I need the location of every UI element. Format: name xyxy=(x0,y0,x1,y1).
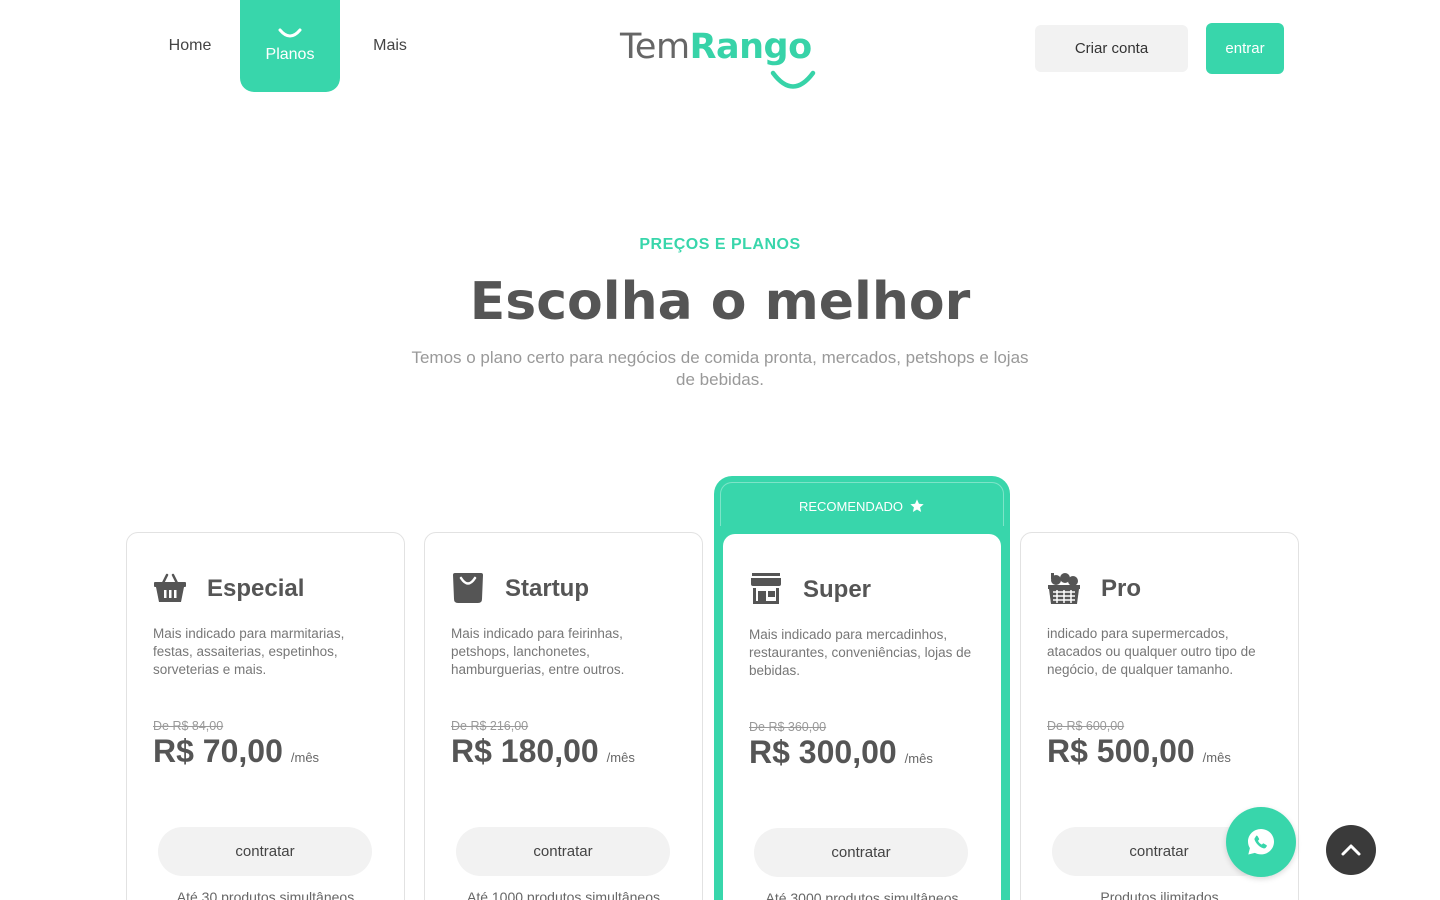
plan-name: Startup xyxy=(505,575,589,602)
nav-home-label: Home xyxy=(168,37,212,54)
contratar-label: contratar xyxy=(235,843,295,860)
plan-old-price: De R$ 216,00 xyxy=(451,719,529,733)
shopping-bag-icon xyxy=(453,573,483,603)
plan-price-value: R$ 500,00 xyxy=(1047,733,1195,769)
contratar-button[interactable]: contratar xyxy=(754,828,968,877)
page-title: Escolha o melhor xyxy=(469,272,971,332)
nav-planos[interactable]: Planos xyxy=(240,0,340,92)
plan-price: R$ 180,00 /mês xyxy=(451,733,635,770)
whatsapp-icon xyxy=(1248,829,1274,855)
recommended-label: RECOMENDADO xyxy=(798,498,903,514)
grocery-basket-icon xyxy=(1048,573,1080,604)
plan-price-unit: /mês xyxy=(606,750,635,765)
page-subtitle: Temos o plano certo para negócios de com… xyxy=(411,348,1029,389)
plan-price-unit: /mês xyxy=(1202,750,1231,765)
contratar-label: contratar xyxy=(831,844,891,861)
plan-description: Mais indicado para marmitarias, festas, … xyxy=(153,626,345,677)
plan-feature: Até 3000 produtos simultâneos xyxy=(765,890,959,900)
logo[interactable]: TemRango xyxy=(620,26,820,96)
plan-name: Especial xyxy=(207,575,305,602)
plan-price-unit: /mês xyxy=(904,751,933,766)
logo-tem: Tem xyxy=(620,27,690,67)
scroll-top-button[interactable] xyxy=(1326,825,1376,875)
login-label: entrar xyxy=(1225,40,1265,57)
chevron-up-icon xyxy=(1341,844,1361,856)
plan-name: Pro xyxy=(1101,575,1142,602)
plan-price-unit: /mês xyxy=(290,750,320,765)
contratar-label: contratar xyxy=(1129,843,1189,860)
plan-description: indicado para supermercados, atacados ou… xyxy=(1047,626,1256,677)
contratar-button[interactable]: contratar xyxy=(158,827,372,876)
plan-feature: Até 30 produtos simultâneos xyxy=(176,889,355,900)
plan-price-value: R$ 70,00 xyxy=(153,733,283,769)
plan-price: R$ 300,00 /mês xyxy=(749,734,933,771)
basket-icon xyxy=(154,573,186,602)
plan-price-value: R$ 180,00 xyxy=(451,733,599,769)
nav-mais-label: Mais xyxy=(373,37,407,54)
create-account-button[interactable]: Criar conta xyxy=(1035,25,1188,72)
plan-card-startup: Startup Mais indicado para feirinhas, pe… xyxy=(424,532,703,900)
smile-icon xyxy=(278,28,302,38)
plan-price-value: R$ 300,00 xyxy=(749,734,897,770)
plan-old-price: De R$ 600,00 xyxy=(1047,719,1125,733)
star-icon xyxy=(910,499,924,512)
nav-planos-label: Planos xyxy=(265,46,315,63)
plan-old-price: De R$ 84,00 xyxy=(153,719,224,733)
nav-home[interactable]: Home xyxy=(140,0,240,92)
contratar-label: contratar xyxy=(533,843,593,860)
contratar-button[interactable]: contratar xyxy=(456,827,670,876)
create-account-label: Criar conta xyxy=(1074,40,1149,57)
plan-card-especial: Especial Mais indicado para marmitarias,… xyxy=(126,532,405,900)
plan-old-price: De R$ 360,00 xyxy=(749,720,827,734)
plan-description: Mais indicado para feirinhas, petshops, … xyxy=(451,626,625,677)
login-button[interactable]: entrar xyxy=(1206,23,1284,74)
recommended-badge: RECOMENDADO xyxy=(714,498,1010,514)
plan-price: R$ 70,00 /mês xyxy=(153,733,319,770)
whatsapp-button[interactable] xyxy=(1226,807,1296,877)
plan-name: Super xyxy=(803,576,872,603)
section-eyebrow: PREÇOS E PLANOS xyxy=(639,236,801,253)
plan-description: Mais indicado para mercadinhos, restaura… xyxy=(749,627,972,678)
nav-mais[interactable]: Mais xyxy=(340,0,440,92)
logo-rango: Rango xyxy=(689,27,813,67)
plan-feature: Produtos ilimitados xyxy=(1100,889,1219,900)
plan-feature: Até 1000 produtos simultâneos xyxy=(466,889,660,900)
store-icon xyxy=(751,573,781,604)
logo-smile-icon xyxy=(770,70,816,89)
plan-card-super: Super Mais indicado para mercadinhos, re… xyxy=(723,534,1001,900)
plan-price: R$ 500,00 /mês xyxy=(1047,733,1231,770)
